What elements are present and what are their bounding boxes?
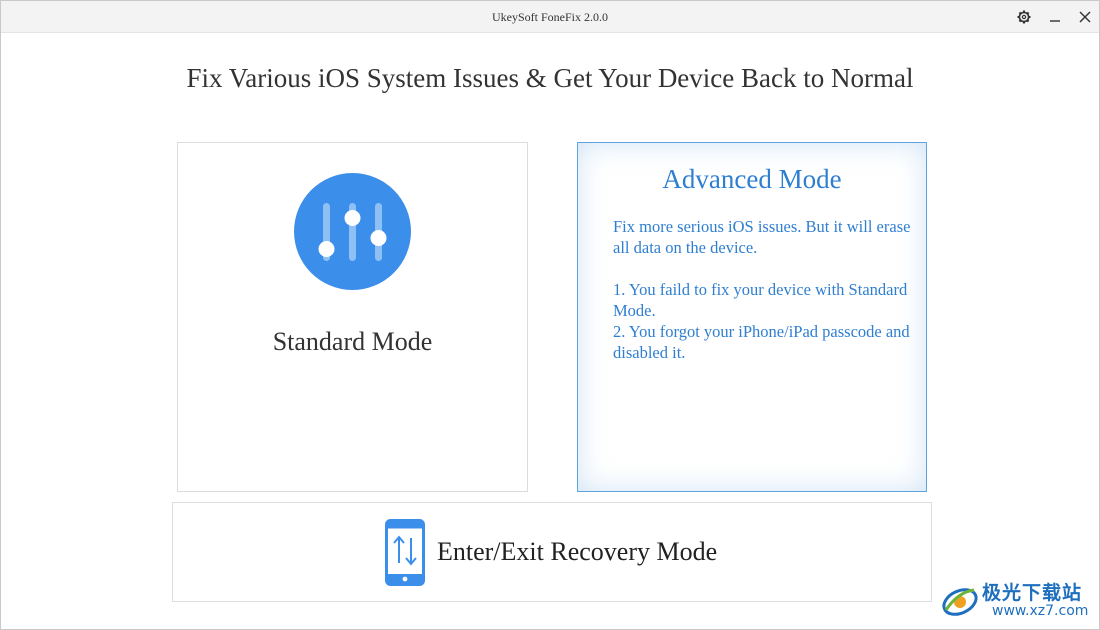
- standard-mode-title: Standard Mode: [272, 327, 433, 356]
- xz7-logo: [942, 588, 978, 616]
- watermark: 极光下载站 www.xz7.com: [940, 576, 1095, 624]
- page-headline: Fix Various iOS System Issues & Get Your…: [186, 63, 914, 93]
- recovery-mode-card[interactable]: Enter/Exit Recovery Mode: [172, 502, 932, 602]
- close-button[interactable]: [1073, 5, 1097, 29]
- advanced-mode-title: Advanced Mode: [662, 164, 842, 194]
- advanced-desc-text: Fix more serious iOS issues. But it will…: [613, 217, 911, 257]
- advanced-item-1: 1. You faild to fix your device with Sta…: [613, 280, 908, 320]
- app-window: UkeySoft FoneFix 2.0.0 Fix Various iOS S…: [0, 0, 1100, 630]
- gear-icon: [1017, 10, 1031, 24]
- recovery-mode-title: Enter/Exit Recovery Mode: [437, 537, 718, 566]
- watermark-text: 极光下载站: [982, 582, 1083, 604]
- advanced-mode-description: Fix more serious iOS issues. But it will…: [613, 216, 913, 363]
- close-icon: [1079, 11, 1091, 23]
- advanced-mode-card[interactable]: Advanced Mode Fix more serious iOS issue…: [577, 142, 927, 492]
- title-bar[interactable]: UkeySoft FoneFix 2.0.0: [1, 1, 1099, 33]
- settings-button[interactable]: [1012, 5, 1036, 29]
- standard-mode-card[interactable]: Standard Mode: [177, 142, 528, 492]
- window-title: UkeySoft FoneFix 2.0.0: [491, 10, 608, 24]
- minimize-icon: [1050, 20, 1060, 22]
- watermark-url: www.xz7.com: [992, 603, 1089, 619]
- phone-arrows-icon: [385, 519, 425, 586]
- advanced-item-2: 2. You forgot your iPhone/iPad passcode …: [613, 322, 910, 362]
- minimize-button[interactable]: [1043, 5, 1067, 29]
- sliders-icon: [294, 173, 411, 290]
